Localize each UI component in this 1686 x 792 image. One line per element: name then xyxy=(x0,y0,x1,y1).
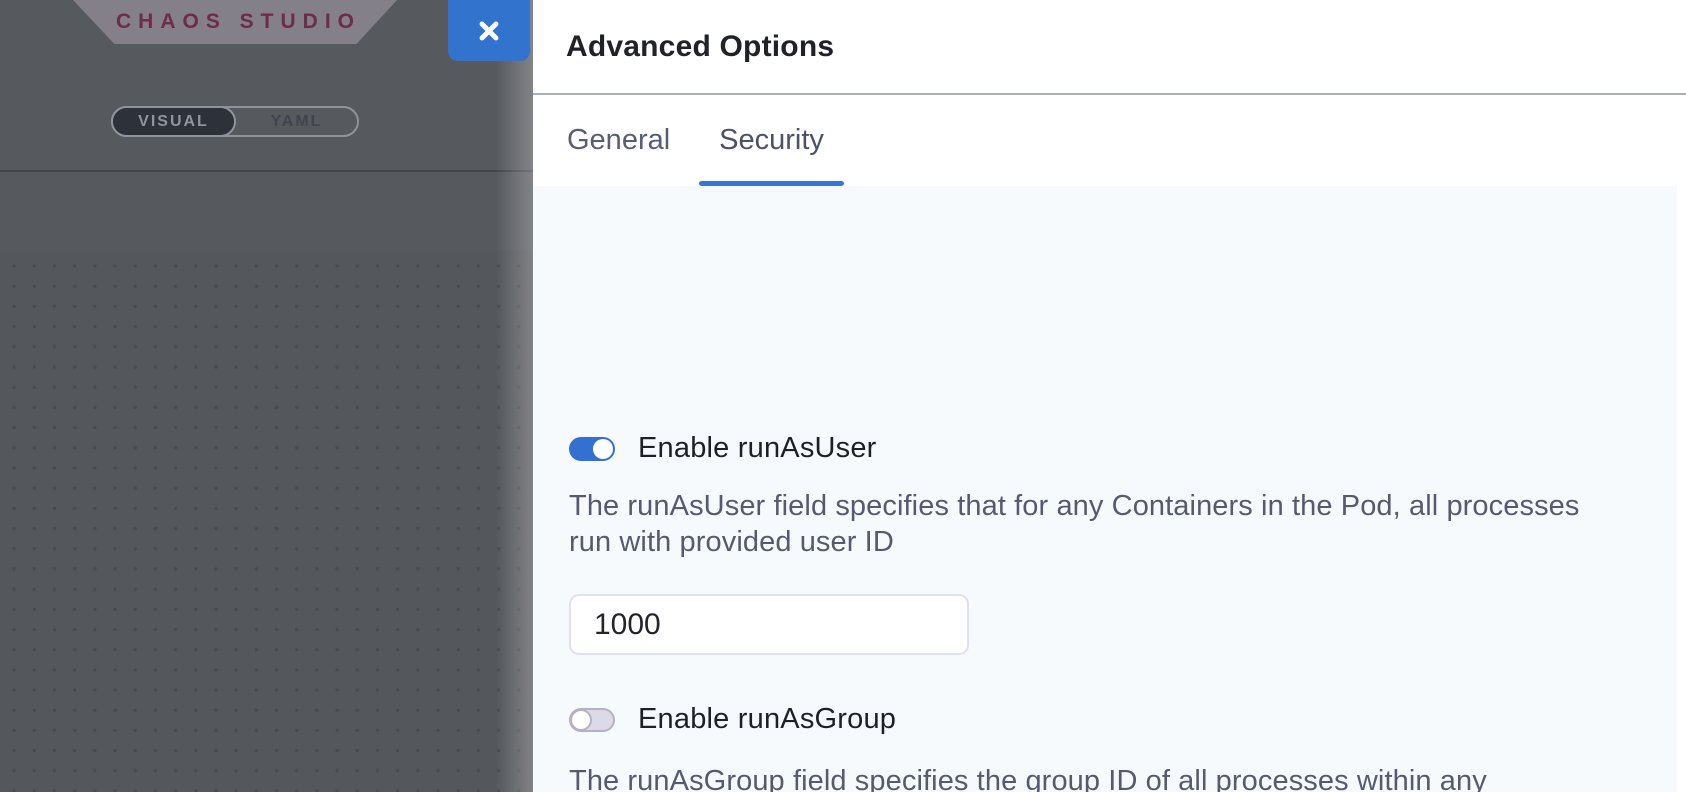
run-as-group-toggle[interactable] xyxy=(569,708,615,732)
run-as-user-label: Enable runAsUser xyxy=(638,432,877,465)
run-as-user-toggle[interactable] xyxy=(569,437,615,461)
close-icon xyxy=(475,17,503,45)
run-as-group-row: Enable runAsGroup xyxy=(569,703,896,736)
run-as-user-input[interactable] xyxy=(569,594,969,655)
chaos-studio-banner: CHAOS STUDIO xyxy=(73,0,397,44)
description-line: The runAsUser field specifies that for a… xyxy=(569,488,1580,524)
advanced-options-drawer: Advanced Options General Security Enable… xyxy=(533,0,1686,792)
drawer-title: Advanced Options xyxy=(566,30,834,64)
run-as-user-row: Enable runAsUser xyxy=(569,432,877,465)
experiment-dot-grid-canvas[interactable] xyxy=(0,250,533,792)
visual-tab[interactable]: VISUAL xyxy=(111,106,236,137)
toggle-knob xyxy=(570,709,592,731)
description-line: run with provided user ID xyxy=(569,524,1580,560)
canvas-toolbar-divider xyxy=(0,170,533,172)
yaml-tab[interactable]: YAML xyxy=(236,108,357,135)
chaos-studio-screen: CHAOS STUDIO VISUAL YAML Advanced Option… xyxy=(0,0,1686,792)
tabs-bar: General Security xyxy=(533,95,1686,186)
modal-backdrop[interactable]: CHAOS STUDIO VISUAL YAML xyxy=(0,0,533,792)
security-tab-panel: Enable runAsUser The runAsUser field spe… xyxy=(533,186,1686,792)
description-line: The runAsGroup field specifies the group… xyxy=(569,763,1487,792)
drawer-header: Advanced Options xyxy=(533,0,1686,95)
run-as-group-description: The runAsGroup field specifies the group… xyxy=(569,763,1487,792)
tab-general[interactable]: General xyxy=(547,95,690,186)
run-as-group-label: Enable runAsGroup xyxy=(638,703,896,736)
run-as-user-description: The runAsUser field specifies that for a… xyxy=(569,488,1580,560)
close-drawer-button[interactable] xyxy=(448,0,530,61)
chaos-studio-title: CHAOS STUDIO xyxy=(109,10,361,34)
visual-yaml-toggle: VISUAL YAML xyxy=(111,106,359,137)
scrollbar-gutter[interactable] xyxy=(1677,186,1686,792)
toggle-knob xyxy=(593,439,613,459)
tab-security[interactable]: Security xyxy=(699,95,844,186)
